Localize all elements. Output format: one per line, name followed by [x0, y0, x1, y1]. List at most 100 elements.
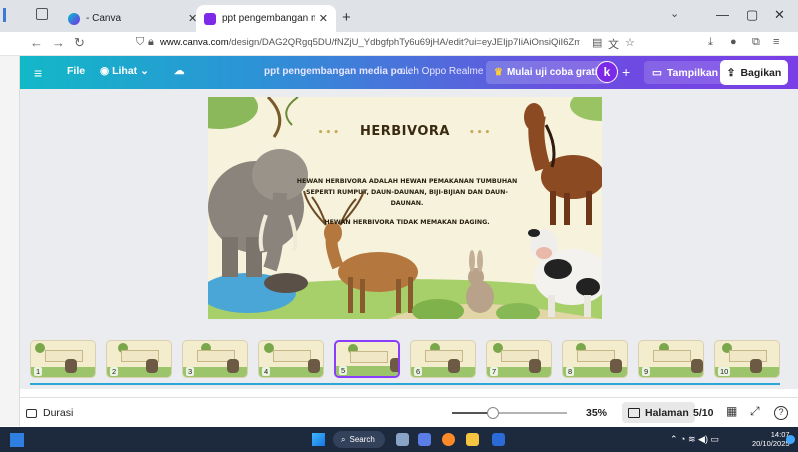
tab-list-icon[interactable]	[36, 8, 48, 20]
back-button[interactable]: ←	[30, 35, 43, 50]
page-thumbnail[interactable]: 4	[258, 340, 324, 378]
file-explorer-icon[interactable]	[466, 433, 479, 446]
chevron-down-icon[interactable]: ⌄	[670, 7, 679, 20]
word-icon[interactable]	[492, 433, 505, 446]
chevron-down-icon: ⌄	[140, 65, 149, 77]
share-button-label: Bagikan	[740, 66, 782, 79]
page-number: 1	[34, 367, 43, 376]
file-menu[interactable]: File	[67, 65, 85, 77]
page-thumbnails: 1 2 3 4 5 6 7 8 9 10	[30, 340, 790, 380]
page-thumbnail[interactable]: 8	[562, 340, 628, 378]
url-field[interactable]: www.canva.com/design/DAG2QRgq5DU/fNZjU_Y…	[160, 37, 580, 48]
taskbar-search[interactable]: ⌕ Search	[333, 431, 385, 448]
clock-time: 14:07	[770, 430, 790, 439]
avatar[interactable]: k	[596, 61, 618, 83]
rocks	[264, 273, 308, 293]
start-free-trial-button[interactable]: ♛ Mulai uji coba gratis	[486, 61, 612, 84]
page-number: 8	[566, 367, 575, 376]
page-thumbnail[interactable]: 7	[486, 340, 552, 378]
taskbar-search-label: Search	[349, 435, 375, 444]
bookmark-star-icon[interactable]: ☆	[625, 36, 635, 49]
shield-icon[interactable]: ⛉	[136, 36, 144, 49]
canva-header: ≡ File ◉ Lihat ⌄ ☁︎ ppt pengembangan med…	[20, 56, 798, 89]
reload-button[interactable]: ↻	[74, 35, 85, 51]
present-button[interactable]: ▭ Tampilkan	[644, 61, 727, 84]
horse-illustration	[524, 103, 602, 225]
document-title[interactable]: ppt pengembangan media po...	[264, 66, 411, 77]
slide-paragraph-2: HEWAN HERBIVORA TIDAK MEMAKAN DAGING.	[324, 219, 490, 226]
timeline-progress	[30, 383, 780, 385]
page-number: 6	[414, 367, 423, 376]
page-counter: 5/10	[693, 407, 714, 419]
zoom-level[interactable]: 35%	[586, 407, 607, 419]
workspaces-icon[interactable]	[3, 8, 6, 22]
slide-body-text[interactable]: HEWAN HERBIVORA ADALAH HEWAN PEMAKANAN T…	[292, 176, 522, 228]
tab-canva[interactable]: - Canva ✕	[60, 5, 212, 32]
start-icon[interactable]	[312, 433, 325, 446]
view-menu[interactable]: ◉ Lihat ⌄	[100, 65, 149, 77]
grid-view-icon[interactable]: ▦	[726, 404, 737, 418]
share-button[interactable]: ⇪ Bagikan	[720, 60, 788, 85]
maximize-button[interactable]: ▢	[746, 7, 758, 23]
page-thumbnail[interactable]: 3	[182, 340, 248, 378]
duration-button[interactable]: Durasi	[26, 407, 73, 419]
close-tab-icon[interactable]: ✕	[319, 12, 328, 25]
notification-icon[interactable]	[786, 435, 795, 444]
slide-canvas[interactable]: ••• HERBIVORA ••• HEWAN HERBIVORA ADALAH…	[208, 97, 602, 319]
tab-presentation[interactable]: ppt pengembangan media pe ✕	[196, 5, 336, 32]
windows-taskbar: ⌕ Search ⌃ ◔ ≋ ◀︎) ▭ 14:07 20/10/2025	[0, 427, 798, 452]
page-thumbnail[interactable]: 5	[334, 340, 400, 378]
system-tray-icons[interactable]: ⌃ ◔ ≋ ◀︎) ▭	[670, 434, 719, 445]
clock-date: 20/10/2025	[752, 439, 790, 448]
thumbnail-animal	[610, 359, 622, 373]
zoom-slider[interactable]	[452, 407, 567, 419]
presentation-favicon-icon	[204, 12, 216, 25]
fullscreen-icon[interactable]: ⤢	[750, 404, 760, 419]
thumbnail-animal	[529, 359, 541, 373]
hamburger-menu-icon[interactable]: ≡	[34, 65, 42, 81]
reader-view-icon[interactable]: ▤	[592, 36, 602, 49]
page-thumbnail[interactable]: 10	[714, 340, 780, 378]
slide-title-text: HERBIVORA	[360, 124, 450, 139]
page-number: 7	[490, 367, 499, 376]
cloud-sync-icon[interactable]: ☁︎	[174, 65, 185, 77]
slide-title[interactable]: ••• HERBIVORA •••	[208, 124, 602, 139]
add-collaborator-button[interactable]: +	[622, 64, 630, 80]
account-icon[interactable]: ●	[730, 36, 737, 48]
minimize-button[interactable]: —	[716, 7, 729, 22]
store-icon[interactable]	[418, 433, 431, 446]
page-number: 2	[110, 367, 119, 376]
page-thumbnail[interactable]: 9	[638, 340, 704, 378]
tab-title: - Canva	[86, 13, 122, 24]
title-decoration-left: •••	[317, 128, 341, 138]
page-thumbnail[interactable]: 1	[30, 340, 96, 378]
thumbnail-animal	[227, 359, 239, 373]
downloads-icon[interactable]: ⤓	[708, 36, 713, 49]
present-button-label: Tampilkan	[666, 66, 719, 79]
forward-button[interactable]: →	[52, 35, 65, 50]
close-window-button[interactable]: ✕	[774, 7, 785, 23]
new-tab-button[interactable]: +	[342, 9, 351, 26]
canva-favicon-icon	[68, 12, 80, 25]
thumbnail-text-band	[273, 350, 311, 362]
task-view-icon[interactable]	[396, 433, 409, 446]
present-icon: ▭	[652, 66, 662, 79]
page-thumbnail[interactable]: 6	[410, 340, 476, 378]
leaves-top-right	[570, 97, 602, 121]
tab-title: ppt pengembangan media pe	[222, 13, 315, 24]
menu-icon[interactable]: ≡	[773, 36, 779, 48]
help-button[interactable]: ?	[774, 406, 788, 420]
extensions-icon[interactable]: ⧉	[752, 36, 760, 49]
widgets-icon[interactable]	[10, 433, 24, 447]
pages-button[interactable]: Halaman	[622, 402, 695, 423]
firefox-icon[interactable]	[442, 433, 455, 446]
thumbnail-animal	[691, 359, 703, 373]
duration-icon	[26, 408, 37, 418]
translate-icon[interactable]: 文	[608, 36, 619, 52]
thumbnail-tree	[35, 343, 45, 353]
zoom-slider-handle[interactable]	[487, 407, 500, 419]
thumbnail-text-band	[45, 350, 83, 362]
share-icon: ⇪	[726, 66, 736, 79]
page-thumbnail[interactable]: 2	[106, 340, 172, 378]
clock[interactable]: 14:07 20/10/2025	[752, 430, 790, 448]
